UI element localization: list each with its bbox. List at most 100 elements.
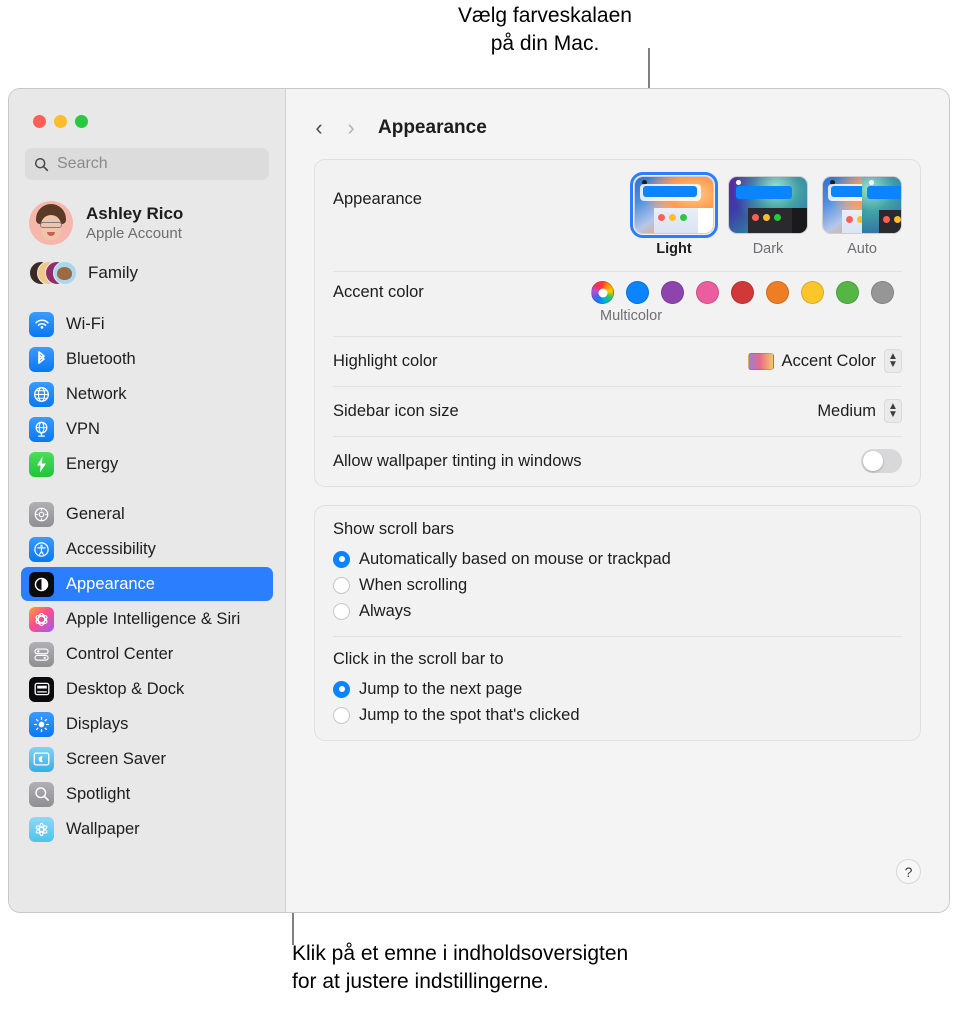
radio-jump-to-spot[interactable]: Jump to the spot that's clicked [333, 702, 902, 728]
accent-color-swatches [591, 281, 902, 304]
sidebar-item-wi-fi[interactable]: Wi-Fi [21, 307, 273, 341]
sidebar-item-desktop-dock[interactable]: Desktop & Dock [21, 672, 273, 706]
sidebar-item-energy[interactable]: Energy [21, 447, 273, 481]
radio-scrollbars-automatic[interactable]: Automatically based on mouse or trackpad [333, 546, 902, 572]
appearance-option-label: Dark [753, 241, 784, 257]
zoom-button[interactable] [75, 115, 88, 128]
radio-button[interactable] [333, 577, 350, 594]
appearance-settings-card: Appearance [314, 159, 921, 487]
forward-button[interactable]: › [340, 115, 362, 141]
radio-button[interactable] [333, 681, 350, 698]
radio-jump-next-page[interactable]: Jump to the next page [333, 676, 902, 702]
appearance-option-label: Light [656, 241, 691, 257]
accent-swatch-graphite[interactable] [871, 281, 894, 304]
sidebar-item-network[interactable]: Network [21, 377, 273, 411]
appearance-option-dark[interactable]: Dark [728, 176, 808, 257]
minimize-button[interactable] [54, 115, 67, 128]
toolbar: ‹ › Appearance [286, 89, 949, 141]
radio-label: Always [359, 602, 411, 621]
screen-saver-icon [29, 747, 54, 772]
radio-label: When scrolling [359, 576, 467, 595]
accent-swatch-green[interactable] [836, 281, 859, 304]
appearance-option-auto[interactable]: Auto [822, 176, 902, 257]
sidebar-item-label: Wallpaper [66, 820, 140, 839]
radio-label: Jump to the spot that's clicked [359, 706, 580, 725]
sidebar-item-label: Bluetooth [66, 350, 136, 369]
control-center-icon [29, 642, 54, 667]
sidebar-item-label: Desktop & Dock [66, 680, 184, 699]
dock-icon [29, 677, 54, 702]
wifi-icon [29, 312, 54, 337]
radio-label: Jump to the next page [359, 680, 522, 699]
radio-scrollbars-always[interactable]: Always [333, 598, 902, 624]
accent-swatch-orange[interactable] [766, 281, 789, 304]
chevron-updown-icon[interactable]: ▲▼ [884, 349, 902, 373]
back-button[interactable]: ‹ [308, 115, 330, 141]
accent-color-label: Accent color [333, 283, 424, 302]
sidebar-item-label: Accessibility [66, 540, 156, 559]
highlight-color-label: Highlight color [333, 352, 438, 371]
sidebar-item-label: Screen Saver [66, 750, 166, 769]
display-icon [29, 712, 54, 737]
sidebar-item-screen-saver[interactable]: Screen Saver [21, 742, 273, 776]
sidebar-item-vpn[interactable]: VPN [21, 412, 273, 446]
sidebar-item-apple-intelligence-siri[interactable]: Apple Intelligence & Siri [21, 602, 273, 636]
sidebar-item-label: General [66, 505, 125, 524]
radio-scrollbars-when-scrolling[interactable]: When scrolling [333, 572, 902, 598]
appearance-option-light[interactable]: Light [634, 176, 714, 257]
sidebar-item-general[interactable]: General [21, 497, 273, 531]
wallpaper-tinting-toggle[interactable] [861, 449, 902, 473]
highlight-color-popup[interactable]: Accent Color ▲▼ [748, 349, 902, 373]
sidebar-icon-size-popup[interactable]: Medium ▲▼ [817, 399, 902, 423]
sidebar-item-label: Appearance [66, 575, 155, 594]
accent-swatch-red[interactable] [731, 281, 754, 304]
spotlight-icon [29, 782, 54, 807]
sidebar-item-spotlight[interactable]: Spotlight [21, 777, 273, 811]
account-subtitle: Apple Account [86, 225, 183, 242]
sidebar-divider-2 [19, 482, 275, 496]
wallpaper-tinting-label: Allow wallpaper tinting in windows [333, 452, 582, 471]
help-button[interactable]: ? [896, 859, 921, 884]
radio-button[interactable] [333, 603, 350, 620]
search-icon [34, 157, 49, 172]
sidebar-divider-1 [19, 292, 275, 306]
sidebar-group-network: Wi-Fi Bluetooth [19, 307, 275, 481]
sidebar-icon-size-label: Sidebar icon size [333, 402, 459, 421]
sidebar-icon-size-row: Sidebar icon size Medium ▲▼ [315, 386, 920, 436]
close-button[interactable] [33, 115, 46, 128]
family-label: Family [88, 263, 138, 283]
window-traffic-lights [19, 89, 275, 128]
callout-bottom-text: Klik på et emne i indholdsoversigten for… [292, 940, 852, 996]
dark-mode-thumbnail [728, 176, 808, 234]
sidebar-item-wallpaper[interactable]: Wallpaper [21, 812, 273, 846]
radio-button[interactable] [333, 707, 350, 724]
accent-swatch-blue[interactable] [626, 281, 649, 304]
highlight-color-row: Highlight color Accent Color ▲▼ [315, 336, 920, 386]
sidebar-item-family[interactable]: Family [25, 254, 269, 292]
auto-mode-thumbnail [822, 176, 902, 234]
system-settings-window: Search Ashley Rico Apple Account Family [8, 88, 950, 913]
gear-icon [29, 502, 54, 527]
accent-swatch-pink[interactable] [696, 281, 719, 304]
show-scroll-bars-group: Show scroll bars Automatically based on … [315, 506, 920, 636]
sidebar-item-bluetooth[interactable]: Bluetooth [21, 342, 273, 376]
accent-swatch-yellow[interactable] [801, 281, 824, 304]
chevron-updown-icon[interactable]: ▲▼ [884, 399, 902, 423]
sidebar-item-accessibility[interactable]: Accessibility [21, 532, 273, 566]
sidebar-item-displays[interactable]: Displays [21, 707, 273, 741]
sidebar-item-appearance[interactable]: Appearance [21, 567, 273, 601]
search-input[interactable]: Search [25, 148, 269, 180]
appearance-label: Appearance [333, 190, 422, 209]
sidebar-item-label: Energy [66, 455, 118, 474]
radio-button[interactable] [333, 551, 350, 568]
accent-swatch-multicolor[interactable] [591, 281, 614, 304]
accent-swatch-purple[interactable] [661, 281, 684, 304]
sidebar-item-control-center[interactable]: Control Center [21, 637, 273, 671]
sidebar: Search Ashley Rico Apple Account Family [9, 89, 286, 912]
sidebar-item-apple-account[interactable]: Ashley Rico Apple Account [25, 198, 269, 248]
radio-label: Automatically based on mouse or trackpad [359, 550, 671, 569]
appearance-row: Appearance [315, 160, 920, 271]
vpn-icon [29, 417, 54, 442]
sidebar-item-label: VPN [66, 420, 100, 439]
accessibility-icon [29, 537, 54, 562]
